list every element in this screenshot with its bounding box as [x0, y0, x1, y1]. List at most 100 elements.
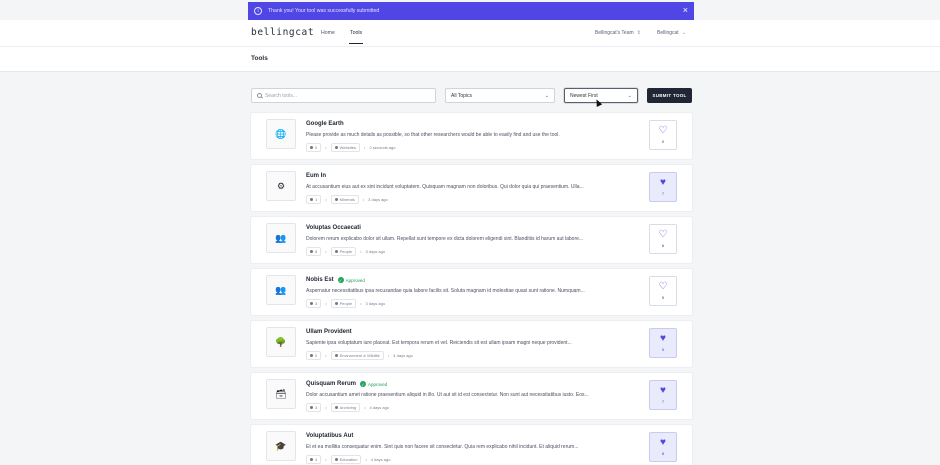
approved-badge: ✓ Approved: [337, 277, 365, 283]
vote-button[interactable]: ♥ 5: [649, 328, 677, 358]
topic-icon: [334, 302, 338, 305]
tool-description: Aspernatur necessitatibus ipsa recusanda…: [306, 288, 585, 294]
comment-count: 1: [306, 195, 322, 204]
heart-icon: ♡: [658, 125, 668, 136]
comment-count: 0: [306, 351, 322, 360]
topic-chip[interactable]: People: [330, 247, 357, 256]
timestamp: 4 days ago: [370, 457, 391, 462]
tool-card[interactable]: 👥 Voluptas Occaecati Dolorem rerum expli…: [251, 217, 692, 263]
tool-description: Et et ea mollitia consequatur enim. Sint…: [306, 444, 579, 450]
separator-dot: •: [360, 249, 362, 254]
topics-select-value: All Topics: [451, 92, 473, 99]
heart-icon: ♥: [660, 177, 666, 188]
comment-icon: [310, 146, 313, 149]
separator-dot: •: [325, 197, 327, 202]
timestamp: 2 seconds ago: [369, 145, 396, 150]
close-icon[interactable]: ×: [683, 5, 688, 15]
tool-card[interactable]: 👥 Nobis Est ✓ Approved Aspernatur necessi…: [251, 269, 692, 315]
page-title: Tools: [251, 55, 268, 62]
tool-meta: 1 • Minerals • 3 days ago: [306, 195, 388, 204]
comment-icon: [310, 354, 313, 357]
comment-icon: [310, 458, 313, 461]
timestamp: 3 days ago: [365, 301, 386, 306]
topic-chip[interactable]: Minerals: [330, 195, 359, 204]
tool-title: Ullam Provident: [306, 329, 352, 335]
topic-icon: [334, 250, 338, 253]
comment-count: 3: [306, 299, 322, 308]
chevron-down-icon: ⌄: [627, 92, 632, 99]
nav-link-tools[interactable]: Tools: [348, 30, 364, 44]
tool-title: Nobis Est ✓ Approved: [306, 277, 365, 283]
nav-link-home[interactable]: Home: [321, 30, 335, 36]
archive-icon: 🗃: [266, 379, 296, 409]
topic-chip[interactable]: Education: [330, 455, 362, 464]
comment-count-value: 1: [315, 197, 318, 202]
topic-chip[interactable]: Websites: [330, 143, 361, 152]
tool-card[interactable]: ⚙ Eum In At accusantium eius aut ex sint…: [251, 165, 692, 211]
tool-meta: 3 • Archiving • 4 days ago: [306, 403, 389, 412]
topic-label: Archiving: [339, 405, 357, 410]
topic-chip[interactable]: Archiving: [330, 403, 361, 412]
tool-card[interactable]: 🌳 Ullam Provident Sapiente ipsa voluptat…: [251, 321, 692, 367]
separator-dot: •: [325, 301, 327, 306]
topic-label: Environment & Wildlife: [339, 353, 380, 358]
topic-icon: [334, 458, 338, 461]
vote-count: 7: [661, 191, 665, 196]
tool-title: Quisquam Rerum ✓ Approved: [306, 381, 387, 387]
topics-select[interactable]: All Topics ⌄: [445, 88, 555, 103]
topic-chip[interactable]: People: [330, 299, 357, 308]
user-menu[interactable]: Bellingcat ⌄: [657, 30, 686, 36]
separator-dot: •: [364, 145, 366, 150]
logo[interactable]: bellingcat: [251, 27, 314, 38]
tool-description: Please provide as much details as possib…: [306, 132, 560, 138]
timestamp: 3 days ago: [365, 249, 386, 254]
people-icon: 👥: [266, 223, 296, 253]
tool-title: Voluptas Occaecati: [306, 225, 361, 231]
banner-message: Thank you! Your tool was successfully su…: [268, 8, 380, 14]
vote-button[interactable]: ♡ 0: [649, 120, 677, 150]
vote-count: 6: [661, 243, 665, 248]
page-header: Tools: [0, 46, 940, 72]
vote-button[interactable]: ♡ 5: [649, 276, 677, 306]
tool-card[interactable]: 🗃 Quisquam Rerum ✓ Approved Dolor accusan…: [251, 373, 692, 419]
topic-chip[interactable]: Environment & Wildlife: [330, 351, 384, 360]
vote-button[interactable]: ♥ 7: [649, 380, 677, 410]
check-icon: ✓: [337, 277, 344, 283]
search-input[interactable]: [265, 92, 425, 99]
vote-button[interactable]: ♡ 6: [649, 224, 677, 254]
search-field[interactable]: [251, 88, 436, 103]
topic-label: Websites: [339, 145, 357, 150]
topic-label: People: [339, 301, 353, 306]
sort-select[interactable]: Newest First ⌄: [564, 88, 638, 103]
tool-name: Voluptas Occaecati: [306, 225, 361, 231]
comment-icon: [310, 250, 313, 253]
topic-icon: [334, 354, 338, 357]
tool-title: Google Earth: [306, 121, 344, 127]
comment-count-value: 3: [315, 405, 318, 410]
vote-button[interactable]: ♥ 7: [649, 172, 677, 202]
vote-count: 5: [661, 347, 665, 352]
separator-dot: •: [325, 353, 327, 358]
vote-button[interactable]: ♥ 8: [649, 432, 677, 462]
tool-title: Voluptatibus Aut: [306, 433, 353, 439]
heart-icon: ♥: [660, 385, 666, 396]
chevron-updown-icon: ⇕: [636, 30, 641, 36]
separator-dot: •: [364, 405, 366, 410]
submit-tool-button[interactable]: SUBMIT TOOL: [647, 88, 692, 103]
success-banner: i Thank you! Your tool was successfully …: [248, 2, 694, 20]
comment-count: 0: [306, 143, 322, 152]
environment-icon: 🌳: [266, 327, 296, 357]
tool-meta: 8 • People • 3 days ago: [306, 247, 385, 256]
topic-label: People: [339, 249, 353, 254]
separator-dot: •: [365, 457, 367, 462]
tool-card[interactable]: 🎓 Voluptatibus Aut Et et ea mollitia con…: [251, 425, 692, 465]
comment-count: 8: [306, 247, 322, 256]
tool-description: At accusantium eius aut ex sint incidunt…: [306, 184, 584, 190]
comment-count: 3: [306, 403, 322, 412]
team-menu[interactable]: Bellingcat's Team ⇕: [595, 30, 641, 36]
comment-count-value: 4: [315, 457, 318, 462]
vote-count: 5: [661, 295, 665, 300]
tool-name: Eum In: [306, 173, 327, 179]
tool-card[interactable]: 🌐 Google Earth Please provide as much de…: [251, 113, 692, 159]
vote-count: 7: [661, 399, 665, 404]
